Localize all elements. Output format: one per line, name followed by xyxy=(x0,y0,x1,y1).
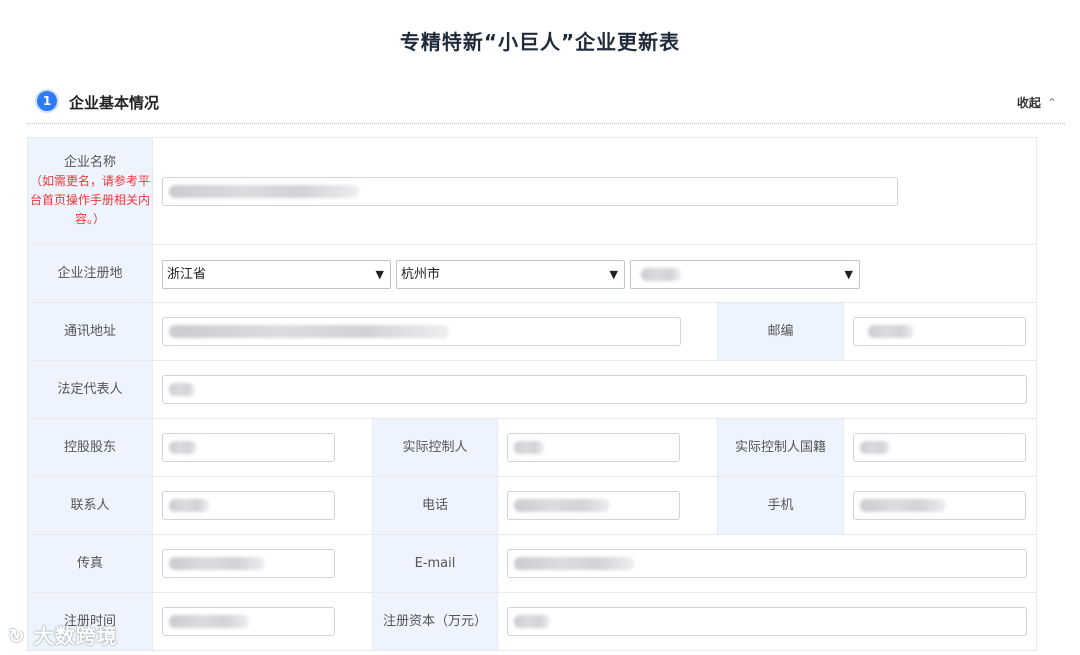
district-select[interactable]: ▼ xyxy=(630,260,860,289)
registered-capital-input[interactable] xyxy=(507,607,1027,636)
registration-time-input[interactable] xyxy=(162,607,335,636)
phone-label: 电话 xyxy=(372,476,498,535)
actual-controller-input[interactable] xyxy=(507,433,680,462)
address-label: 通讯地址 xyxy=(27,302,153,361)
email-input[interactable] xyxy=(507,549,1027,578)
redacted-value xyxy=(641,268,681,281)
fax-input[interactable] xyxy=(162,549,335,578)
controller-nationality-input[interactable] xyxy=(853,433,1026,462)
redacted-value xyxy=(169,325,449,338)
redacted-value xyxy=(169,441,197,454)
page-title: 专精特新“小巨人”企业更新表 xyxy=(399,30,681,54)
section-header: 1 企业基本情况 收起 ⌃ xyxy=(27,88,1065,124)
section-number-badge: 1 xyxy=(37,91,57,111)
redacted-value xyxy=(514,615,550,628)
watermark: ↻ 大数跨境 xyxy=(8,624,118,648)
redacted-value xyxy=(169,615,249,628)
chevron-down-icon: ▼ xyxy=(609,268,618,281)
redacted-value xyxy=(514,441,544,454)
rename-note: （如需更名，请参考平台首页操作手册相关内容。） xyxy=(29,174,150,226)
address-input[interactable] xyxy=(162,317,681,346)
phone-input[interactable] xyxy=(507,491,680,520)
postcode-input[interactable] xyxy=(853,317,1026,346)
redacted-value xyxy=(868,325,914,338)
redacted-value xyxy=(169,557,265,570)
company-info-form: 企业名称 （如需更名，请参考平台首页操作手册相关内容。） 企业注册地 浙江省 ▼… xyxy=(27,137,1038,651)
section-title: 企业基本情况 xyxy=(69,94,160,112)
redacted-value xyxy=(169,185,359,198)
redacted-value xyxy=(169,383,195,396)
chevron-down-icon: ▼ xyxy=(375,268,384,281)
redacted-value xyxy=(169,499,209,512)
collapse-button[interactable]: 收起 ⌃ xyxy=(1017,94,1057,111)
controller-nationality-label: 实际控制人国籍 xyxy=(717,418,844,477)
watermark-logo-icon: ↻ xyxy=(8,624,26,648)
redacted-value xyxy=(860,441,890,454)
company-name-input[interactable] xyxy=(162,177,898,206)
company-name-label: 企业名称 （如需更名，请参考平台首页操作手册相关内容。） xyxy=(27,137,153,245)
mobile-label: 手机 xyxy=(717,476,844,535)
chevron-double-up-icon: ⌃ xyxy=(1046,96,1057,110)
actual-controller-label: 实际控制人 xyxy=(372,418,498,477)
registered-place-label: 企业注册地 xyxy=(27,244,153,303)
controlling-shareholder-input[interactable] xyxy=(162,433,335,462)
chevron-down-icon: ▼ xyxy=(844,268,853,281)
collapse-label: 收起 xyxy=(1016,96,1041,110)
legal-rep-input[interactable] xyxy=(162,375,1027,404)
redacted-value xyxy=(514,557,634,570)
controlling-shareholder-label: 控股股东 xyxy=(27,418,153,477)
contact-label: 联系人 xyxy=(27,476,153,535)
mobile-input[interactable] xyxy=(853,491,1026,520)
registered-capital-label: 注册资本（万元） xyxy=(372,592,498,651)
legal-rep-label: 法定代表人 xyxy=(27,360,153,419)
fax-label: 传真 xyxy=(27,534,153,593)
redacted-value xyxy=(860,499,946,512)
contact-input[interactable] xyxy=(162,491,335,520)
email-label: E-mail xyxy=(372,534,498,593)
redacted-value xyxy=(514,499,610,512)
province-select[interactable]: 浙江省 ▼ xyxy=(162,260,391,289)
city-select[interactable]: 杭州市 ▼ xyxy=(396,260,625,289)
postcode-label: 邮编 xyxy=(717,302,844,361)
section-divider xyxy=(27,123,1065,124)
